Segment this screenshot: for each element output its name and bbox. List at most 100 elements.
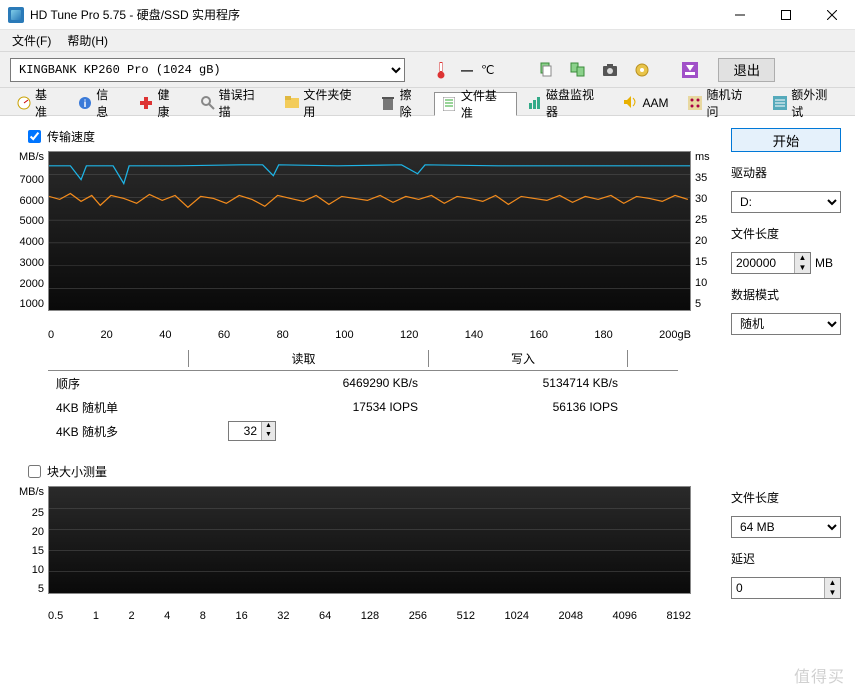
upper-chart: MB/s 7000 6000 5000 4000 3000 2000 1000	[14, 151, 713, 325]
tab-filebench[interactable]: 文件基准	[434, 92, 517, 116]
filelen2-label: 文件长度	[731, 489, 841, 506]
monitor-icon	[528, 96, 542, 110]
spin-up-icon[interactable]: ▲	[794, 253, 810, 263]
close-button[interactable]	[809, 0, 855, 30]
exit-button[interactable]: 退出	[718, 58, 775, 82]
delay-spinner[interactable]: ▲▼	[731, 577, 841, 599]
thermometer-icon	[429, 58, 453, 82]
sound-icon	[624, 96, 638, 110]
tab-info[interactable]: i信息	[69, 91, 128, 115]
tab-label: 文件夹使用	[303, 86, 362, 120]
blocksize-check[interactable]	[28, 465, 41, 478]
tab-erase[interactable]: 擦除	[373, 91, 432, 115]
filelen2-selector[interactable]: 64 MB	[731, 516, 841, 538]
delay-label: 延迟	[731, 550, 841, 567]
spin-up-icon[interactable]: ▲	[261, 422, 275, 431]
svg-text:i: i	[84, 99, 87, 110]
trash-icon	[382, 96, 396, 110]
screenshot-icon[interactable]	[598, 58, 622, 82]
drive-selector[interactable]: D:	[731, 191, 841, 213]
spin-up-icon[interactable]: ▲	[824, 578, 840, 588]
tab-health[interactable]: 健康	[130, 91, 189, 115]
col-read: 读取	[188, 350, 428, 367]
y-axis-left: MB/s 7000 6000 5000 4000 3000 2000 1000	[14, 151, 48, 325]
lower-side-panel: 文件长度 64 MB 延迟 ▲▼	[731, 463, 841, 622]
window-controls	[717, 0, 855, 30]
window-title: HD Tune Pro 5.75 - 硬盘/SSD 实用程序	[30, 6, 717, 23]
transfer-speed-check[interactable]	[28, 130, 41, 143]
info-icon: i	[78, 96, 92, 110]
menu-file[interactable]: 文件(F)	[4, 30, 59, 51]
spin-down-icon[interactable]: ▼	[794, 263, 810, 273]
ry-unit: ms	[695, 151, 713, 163]
result-table: 读取 写入 顺序 6469290 KB/s 5134714 KB/s 4KB 随…	[48, 347, 678, 443]
drive-label: 驱动器	[731, 164, 841, 181]
y-unit: MB/s	[14, 486, 44, 500]
write-line	[49, 193, 688, 207]
table-row: 4KB 随机多 ▲▼	[48, 419, 678, 443]
tab-label: 额外测试	[791, 86, 838, 120]
tab-label: 文件基准	[461, 87, 508, 121]
tab-label: 健康	[157, 86, 180, 120]
tab-folder[interactable]: 文件夹使用	[276, 91, 371, 115]
tab-monitor[interactable]: 磁盘监视器	[519, 91, 614, 115]
filelen-unit: MB	[815, 256, 833, 270]
titlebar: HD Tune Pro 5.75 - 硬盘/SSD 实用程序	[0, 0, 855, 30]
tab-label: 信息	[96, 86, 119, 120]
table-row: 4KB 随机单 17534 IOPS 56136 IOPS	[48, 395, 678, 419]
mode-label: 数据模式	[731, 286, 841, 303]
tab-aam[interactable]: AAM	[615, 91, 677, 115]
tab-label: 随机访问	[706, 86, 753, 120]
delay-input[interactable]	[732, 578, 824, 598]
transfer-speed-checkbox[interactable]: 传输速度	[28, 128, 713, 145]
spin-down-icon[interactable]: ▼	[261, 431, 275, 440]
settings-icon[interactable]	[630, 58, 654, 82]
filelen-input[interactable]	[732, 253, 794, 273]
x-axis-upper: 020406080100120140160180200gB	[14, 325, 691, 341]
copy-all-icon[interactable]	[566, 58, 590, 82]
app-icon	[8, 7, 24, 23]
extra-icon	[773, 96, 787, 110]
copy-icon[interactable]	[534, 58, 558, 82]
tab-label: AAM	[642, 96, 668, 110]
filelen-spinner[interactable]: ▲▼	[731, 252, 811, 274]
health-icon	[139, 96, 153, 110]
maximize-button[interactable]	[763, 0, 809, 30]
save-icon[interactable]	[678, 58, 702, 82]
tab-errorscan[interactable]: 错误扫描	[192, 91, 275, 115]
table-row: 顺序 6469290 KB/s 5134714 KB/s	[48, 371, 678, 395]
y-axis-right: ms 35 30 25 20 15 10 5	[691, 151, 713, 325]
device-selector[interactable]: KINGBANK KP260 Pro (1024 gB)	[10, 58, 405, 82]
start-button[interactable]: 开始	[731, 128, 841, 152]
lower-chart: 读取 写入 MB/s 25 20 15 10 5	[14, 486, 713, 606]
temp-unit: ℃	[481, 63, 494, 77]
temp-dash: —	[461, 63, 473, 77]
tabbar: 基准 i信息 健康 错误扫描 文件夹使用 擦除 文件基准 磁盘监视器 AAM 随…	[0, 88, 855, 116]
tab-benchmark[interactable]: 基准	[8, 91, 67, 115]
checkbox-label: 块大小测量	[47, 463, 107, 480]
blocksize-checkbox[interactable]: 块大小测量	[28, 463, 713, 480]
spin-down-icon[interactable]: ▼	[824, 588, 840, 598]
tab-label: 擦除	[400, 86, 424, 120]
tab-random[interactable]: 随机访问	[679, 91, 762, 115]
file-icon	[443, 97, 457, 111]
tab-label: 磁盘监视器	[546, 86, 605, 120]
minimize-button[interactable]	[717, 0, 763, 30]
gauge-icon	[17, 96, 31, 110]
upper-plot	[48, 151, 691, 311]
tab-label: 基准	[35, 86, 58, 120]
mode-selector[interactable]: 随机	[731, 313, 841, 335]
checkbox-label: 传输速度	[47, 128, 95, 145]
tab-extra[interactable]: 额外测试	[764, 91, 847, 115]
queue-depth-spinner[interactable]: ▲▼	[228, 421, 276, 441]
menu-help[interactable]: 帮助(H)	[59, 30, 116, 51]
tab-label: 错误扫描	[219, 86, 266, 120]
col-write: 写入	[428, 350, 628, 367]
y-axis-lower: MB/s 25 20 15 10 5	[14, 486, 48, 606]
read-line	[49, 165, 690, 184]
queue-depth-input[interactable]	[229, 422, 261, 440]
random-icon	[688, 96, 702, 110]
search-icon	[201, 96, 215, 110]
content-area: 传输速度 MB/s 7000 6000 5000 4000 3000 2000 …	[0, 116, 855, 689]
upper-side-panel: 开始 驱动器 D: 文件长度 ▲▼ MB 数据模式 随机	[731, 128, 841, 443]
